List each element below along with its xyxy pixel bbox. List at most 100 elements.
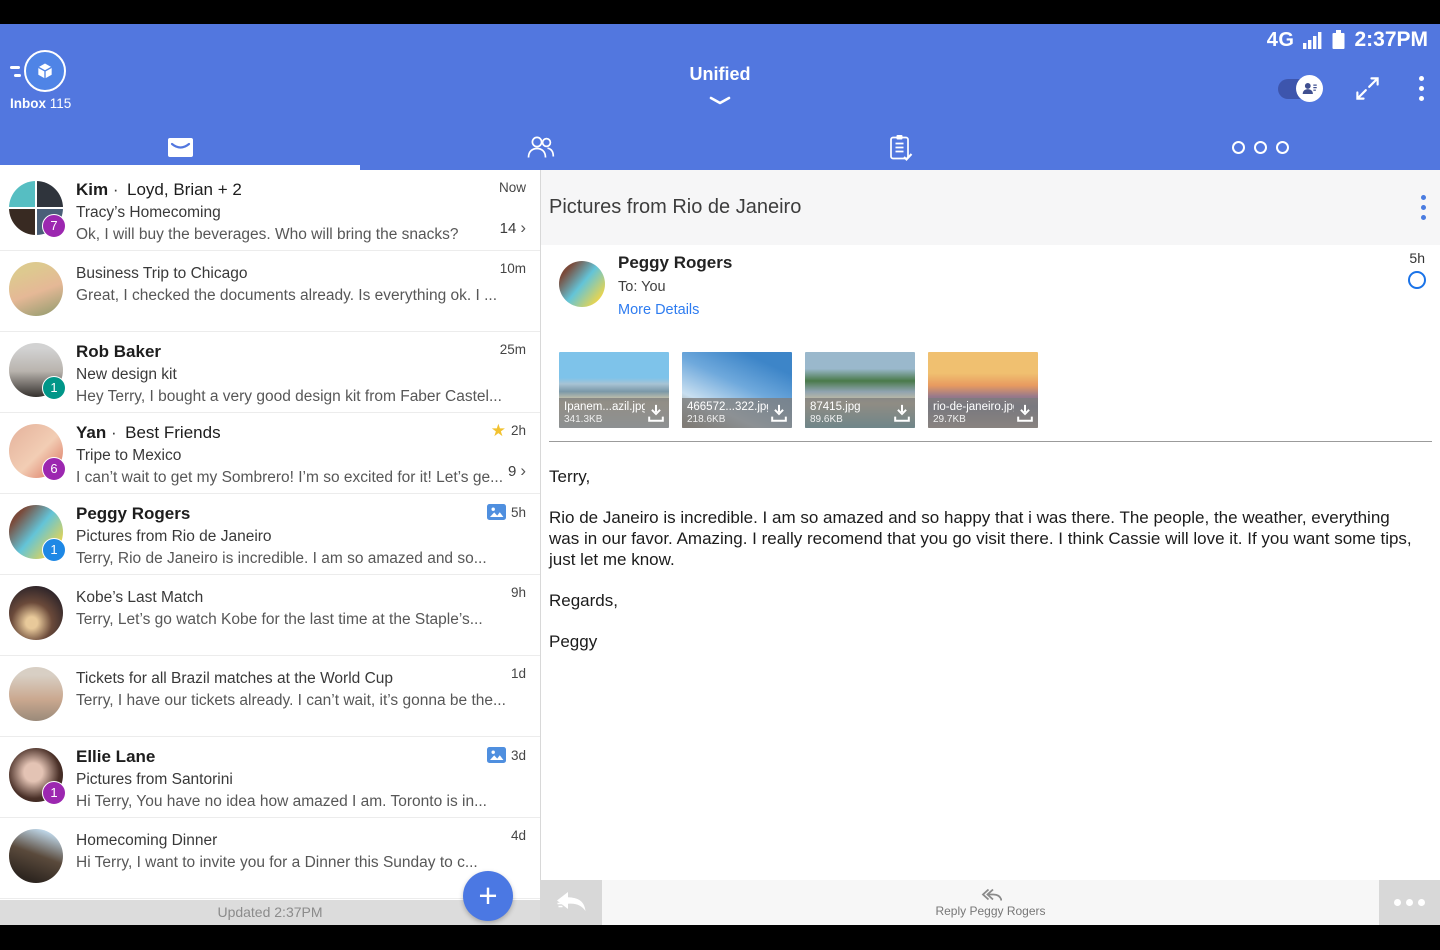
attachment-card[interactable]: rio-de-janeiro.jpg 29.7KB: [928, 352, 1038, 428]
email-list-item[interactable]: Patricia Schmitd Business Trip to Chicag…: [0, 251, 540, 332]
avatar[interactable]: [9, 262, 63, 316]
email-meta: 5h: [487, 504, 526, 520]
avatar[interactable]: [9, 586, 63, 640]
email-meta: 3d: [487, 747, 526, 763]
sender-name: Peggy Rogers: [618, 253, 732, 273]
image-attachment-icon: [487, 747, 506, 763]
email-meta: 10m: [500, 261, 526, 276]
avatar[interactable]: 7: [9, 181, 63, 235]
attachment-filesize: 218.6KB: [687, 414, 768, 425]
reading-footer: Reply Peggy Rogers: [541, 880, 1440, 925]
email-list-item[interactable]: 7 KimLoyd, Brian + 2 Tracy’s Homecoming …: [0, 170, 540, 251]
email-subject: Tickets for all Brazil matches at the Wo…: [76, 670, 476, 688]
tab-tasks[interactable]: [720, 125, 1080, 170]
unread-count-badge: 1: [42, 781, 66, 805]
status-bar: 4G 2:37PM: [0, 24, 1440, 56]
attachment-overlay: Ipanem...azil.jpg 341.3KB: [559, 398, 669, 428]
subject-bar: Pictures from Rio de Janeiro: [541, 170, 1440, 245]
tab-contacts[interactable]: [360, 125, 720, 170]
email-menu-icon[interactable]: [1417, 191, 1430, 224]
avatar[interactable]: 1: [9, 343, 63, 397]
attachment-card[interactable]: 466572...322.jpg 218.6KB: [682, 352, 792, 428]
email-preview: Terry, I have our tickets already. I can…: [76, 692, 516, 710]
more-details-link[interactable]: More Details: [618, 302, 699, 318]
attachment-filename: Ipanem...azil.jpg: [564, 401, 645, 413]
contact-toggle-knob: [1296, 75, 1323, 102]
email-subject: Tripe to Mexico: [76, 447, 476, 465]
expand-view-icon[interactable]: [1354, 75, 1381, 102]
email-meta: 1d: [511, 666, 526, 681]
email-preview: Hey Terry, I bought a very good design k…: [76, 388, 516, 406]
priority-senders-toggle[interactable]: [1278, 79, 1320, 99]
email-list-item[interactable]: 1 Peggy Rogers Pictures from Rio de Jane…: [0, 494, 540, 575]
avatar[interactable]: 6: [9, 424, 63, 478]
email-time: 9h: [511, 585, 526, 600]
avatar[interactable]: 1: [9, 505, 63, 559]
tasks-clipboard-icon: [887, 133, 914, 162]
body-paragraph: Rio de Janeiro is incredible. I am so am…: [549, 507, 1424, 570]
reading-pane: Pictures from Rio de Janeiro Peggy Roger…: [540, 170, 1440, 925]
sender-name: Peggy Rogers: [76, 504, 190, 523]
download-icon[interactable]: [645, 403, 667, 423]
body-paragraph: Regards,: [549, 590, 1424, 611]
sender-name: Ellie Lane: [76, 747, 155, 766]
body-paragraph: Peggy: [549, 631, 1424, 652]
avatar[interactable]: 1: [9, 748, 63, 802]
tab-more[interactable]: [1080, 125, 1440, 170]
email-list-item[interactable]: Mike Anderson Homecoming Dinner Hi Terry…: [0, 818, 540, 899]
email-time: 4d: [511, 828, 526, 843]
toolbar: Inbox 115 Unified: [0, 56, 1440, 125]
avatar[interactable]: [9, 829, 63, 883]
email-list: 7 KimLoyd, Brian + 2 Tracy’s Homecoming …: [0, 170, 540, 925]
sender-avatar[interactable]: [559, 261, 605, 307]
folder-selector[interactable]: Unified: [0, 64, 1440, 110]
email-time: 3d: [511, 748, 526, 763]
unread-count-badge: 1: [42, 538, 66, 562]
attachment-overlay: 87415.jpg 89.6KB: [805, 398, 915, 428]
email-subject: Pictures from Rio de Janeiro: [76, 528, 476, 546]
tab-mail[interactable]: [0, 125, 360, 170]
download-icon[interactable]: [768, 403, 790, 423]
email-list-item[interactable]: 1 Rob Baker New design kit Hey Terry, I …: [0, 332, 540, 413]
compose-fab-button[interactable]: +: [463, 871, 513, 921]
contacts-icon: [525, 134, 556, 161]
email-meta: Now: [499, 180, 526, 195]
thread-count: 9›: [508, 461, 526, 481]
unread-count-badge: 7: [42, 214, 66, 238]
email-time: 2h: [511, 423, 526, 438]
footer-more-button[interactable]: [1379, 880, 1440, 925]
header-actions: [1278, 72, 1428, 105]
reply-quick-button[interactable]: [541, 880, 602, 925]
reply-arrow-icon: [555, 890, 588, 915]
email-list-item[interactable]: 6 YanBest Friends Tripe to Mexico I can’…: [0, 413, 540, 494]
email-subject: Business Trip to Chicago: [76, 265, 476, 283]
people-icon: [1301, 81, 1318, 96]
email-meta: 25m: [500, 342, 526, 357]
star-icon[interactable]: ★: [491, 424, 506, 438]
email-preview: Hi Terry, You have no idea how amazed I …: [76, 793, 516, 811]
email-meta: ★ 2h: [491, 423, 526, 438]
thread-count: 14›: [500, 218, 526, 238]
attachment-card[interactable]: 87415.jpg 89.6KB: [805, 352, 915, 428]
tab-bar: [0, 125, 1440, 170]
overflow-menu-icon[interactable]: [1415, 72, 1428, 105]
email-subject-title: Pictures from Rio de Janeiro: [549, 196, 1417, 219]
attachment-filesize: 341.3KB: [564, 414, 645, 425]
download-icon[interactable]: [891, 403, 913, 423]
email-meta: 4d: [511, 828, 526, 843]
attachment-card[interactable]: Ipanem...azil.jpg 341.3KB: [559, 352, 669, 428]
more-tabs-icon: [1232, 141, 1289, 154]
folder-title: Unified: [0, 64, 1440, 85]
network-type: 4G: [1267, 29, 1295, 52]
avatar[interactable]: [9, 667, 63, 721]
email-list-item[interactable]: Nathan Johnson Kobe’s Last Match Terry, …: [0, 575, 540, 656]
email-app: 4G 2:37PM Inbox 115: [0, 24, 1440, 925]
email-list-item[interactable]: Adam Anderson Tickets for all Brazil mat…: [0, 656, 540, 737]
attachment-filesize: 89.6KB: [810, 414, 891, 425]
attachment-filename: 87415.jpg: [810, 401, 891, 413]
email-list-item[interactable]: 1 Ellie Lane Pictures from Santorini Hi …: [0, 737, 540, 818]
received-time: 5h: [1409, 250, 1425, 266]
reply-button[interactable]: Reply Peggy Rogers: [602, 880, 1379, 925]
favorite-circle-icon[interactable]: [1408, 271, 1426, 289]
download-icon[interactable]: [1014, 403, 1036, 423]
